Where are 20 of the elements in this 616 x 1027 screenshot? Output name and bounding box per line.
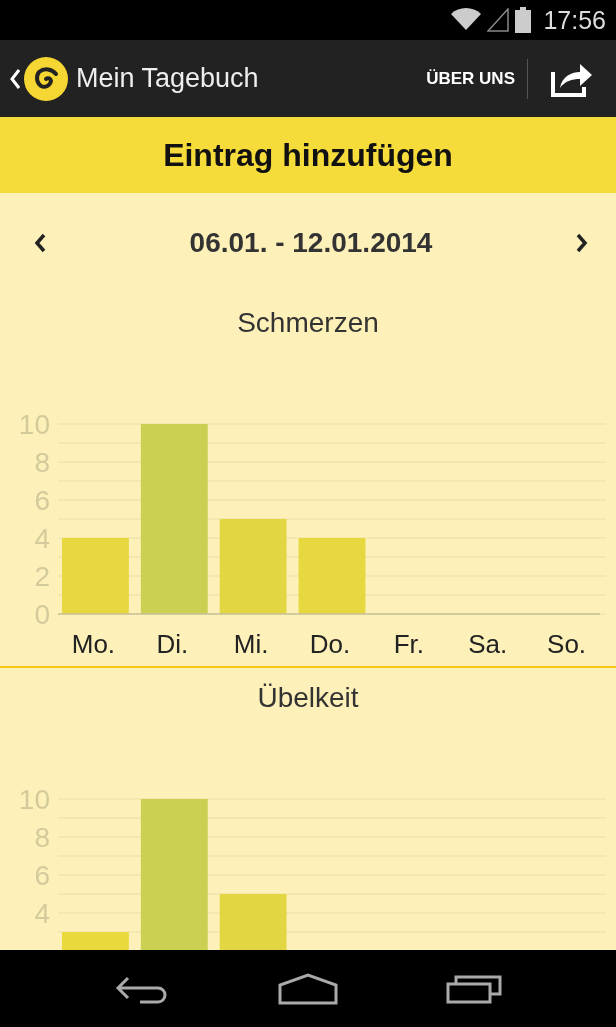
battery-icon (515, 7, 532, 33)
about-button[interactable]: ÜBER UNS (414, 40, 527, 117)
clock: 17:56 (543, 5, 606, 35)
x-axis-label: Sa. (468, 629, 508, 659)
chart-title: Übelkeit (256, 681, 360, 715)
x-axis-label: Mo. (71, 629, 116, 659)
app-title: Mein Tagebuch (76, 63, 260, 94)
x-axis-label: Mi. (233, 629, 269, 659)
week-range: 06.01. - 12.01.2014 (189, 227, 433, 259)
x-axis-label: Di. (156, 629, 189, 659)
recent-apps-icon[interactable] (446, 973, 502, 1004)
spiral-logo-icon (24, 56, 68, 101)
wifi-icon (451, 8, 482, 32)
x-axis-label: Do. (309, 629, 351, 659)
chart-title: Schmerzen (236, 306, 380, 340)
home-icon[interactable] (278, 972, 338, 1005)
signal-icon (487, 8, 510, 32)
back-icon (10, 68, 20, 89)
x-axis-label: So. (547, 629, 587, 659)
x-axis-label: Fr. (393, 629, 425, 659)
